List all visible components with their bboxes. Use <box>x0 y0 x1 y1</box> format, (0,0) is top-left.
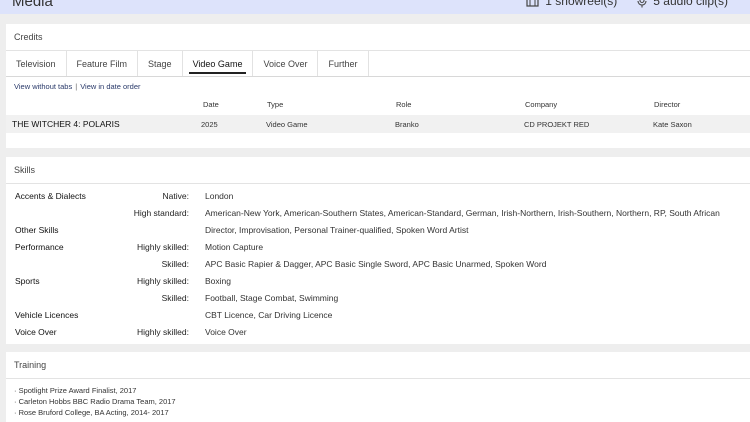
view-options: View without tabs | View in date order <box>6 77 750 95</box>
credit-date: 2025 <box>201 120 218 129</box>
skill-row: Voice Over Highly skilled: Voice Over <box>6 323 750 340</box>
skill-value: Voice Over <box>205 327 247 337</box>
tab-video-game[interactable]: Video Game <box>183 51 254 76</box>
skill-value: CBT Licence, Car Driving Licence <box>205 310 333 320</box>
skill-value: Boxing <box>205 276 231 286</box>
skill-category: Vehicle Licences <box>15 310 79 320</box>
training-title: Training <box>6 352 750 379</box>
credit-type: Video Game <box>266 120 308 129</box>
list-item: · Spotlight Prize Award Finalist, 2017 <box>14 386 137 395</box>
film-icon <box>526 0 539 7</box>
tab-further[interactable]: Further <box>318 51 369 76</box>
skill-category: Performance <box>15 242 64 252</box>
skill-level: Skilled: <box>161 293 189 303</box>
skills-title: Skills <box>6 157 750 184</box>
skill-level: Highly skilled: <box>137 327 189 337</box>
skill-value: American-New York, American-Southern Sta… <box>205 208 720 218</box>
skill-category: Sports <box>15 276 40 286</box>
credit-director: Kate Saxon <box>653 120 692 129</box>
skill-level: High standard: <box>133 208 189 218</box>
skill-row: Skilled: APC Basic Rapier & Dagger, APC … <box>6 255 750 272</box>
skill-level: Highly skilled: <box>137 276 189 286</box>
skills-list: Accents & Dialects Native: London High s… <box>6 184 750 344</box>
view-without-tabs-link[interactable]: View without tabs <box>14 82 72 91</box>
credits-panel: Credits Television Feature Film Stage Vi… <box>6 24 750 148</box>
audio-count: 5 audio clip(s) <box>653 0 728 8</box>
skill-row: Vehicle Licences CBT Licence, Car Drivin… <box>6 306 750 323</box>
credits-tabs: Television Feature Film Stage Video Game… <box>6 51 750 77</box>
skill-level: Native: <box>162 191 189 201</box>
skill-value: Motion Capture <box>205 242 264 252</box>
skill-level: Skilled: <box>161 259 189 269</box>
column-header-role: Role <box>396 100 412 109</box>
microphone-icon <box>637 0 647 8</box>
audio-link[interactable]: 5 audio clip(s) <box>637 0 728 8</box>
training-list: · Spotlight Prize Award Finalist, 2017 ·… <box>6 379 750 418</box>
skill-row: Skilled: Football, Stage Combat, Swimmin… <box>6 289 750 306</box>
skill-row: Accents & Dialects Native: London <box>6 187 750 204</box>
table-row[interactable]: THE WITCHER 4: POLARIS 2025 Video Game B… <box>6 115 750 133</box>
credit-company: CD PROJEKT RED <box>524 120 590 129</box>
skill-value: London <box>205 191 234 201</box>
media-header: Media 1 showreel(s) 5 audio clip(s) <box>0 0 750 14</box>
showreel-count: 1 showreel(s) <box>545 0 618 8</box>
media-title: Media <box>12 0 53 10</box>
showreel-link[interactable]: 1 showreel(s) <box>526 0 617 8</box>
separator: | <box>75 82 78 91</box>
tab-stage[interactable]: Stage <box>138 51 183 76</box>
skill-value: Football, Stage Combat, Swimming <box>205 293 339 303</box>
training-panel: Training · Spotlight Prize Award Finalis… <box>6 352 750 422</box>
skill-level: Highly skilled: <box>137 242 189 252</box>
tab-feature-film[interactable]: Feature Film <box>67 51 139 76</box>
list-item: · Carleton Hobbs BBC Radio Drama Team, 2… <box>14 397 176 406</box>
skill-category: Voice Over <box>15 327 57 337</box>
skill-category: Other Skills <box>15 225 59 235</box>
skill-value: APC Basic Rapier & Dagger, APC Basic Sin… <box>205 259 547 269</box>
tab-voice-over[interactable]: Voice Over <box>253 51 319 76</box>
skill-category: Accents & Dialects <box>15 191 86 201</box>
list-item: · Rose Bruford College, BA Acting, 2014-… <box>14 408 169 417</box>
column-header-director: Director <box>654 100 681 109</box>
skill-row: Performance Highly skilled: Motion Captu… <box>6 238 750 255</box>
credits-title: Credits <box>6 24 750 51</box>
skill-row: Sports Highly skilled: Boxing <box>6 272 750 289</box>
skills-panel: Skills Accents & Dialects Native: London… <box>6 157 750 344</box>
column-header-company: Company <box>525 100 558 109</box>
tab-television[interactable]: Television <box>6 51 67 76</box>
production-title: THE WITCHER 4: POLARIS <box>12 119 120 129</box>
media-links: 1 showreel(s) 5 audio clip(s) <box>526 0 728 8</box>
column-header-date: Date <box>203 100 219 109</box>
view-in-date-order-link[interactable]: View in date order <box>80 82 140 91</box>
credit-role: Branko <box>395 120 419 129</box>
column-header-type: Type <box>267 100 284 109</box>
skill-row: Other Skills Director, Improvisation, Pe… <box>6 221 750 238</box>
skill-value: Director, Improvisation, Personal Traine… <box>205 225 469 235</box>
skill-row: High standard: American-New York, Americ… <box>6 204 750 221</box>
credits-table: Date Type Role Company Director THE WITC… <box>6 95 750 135</box>
